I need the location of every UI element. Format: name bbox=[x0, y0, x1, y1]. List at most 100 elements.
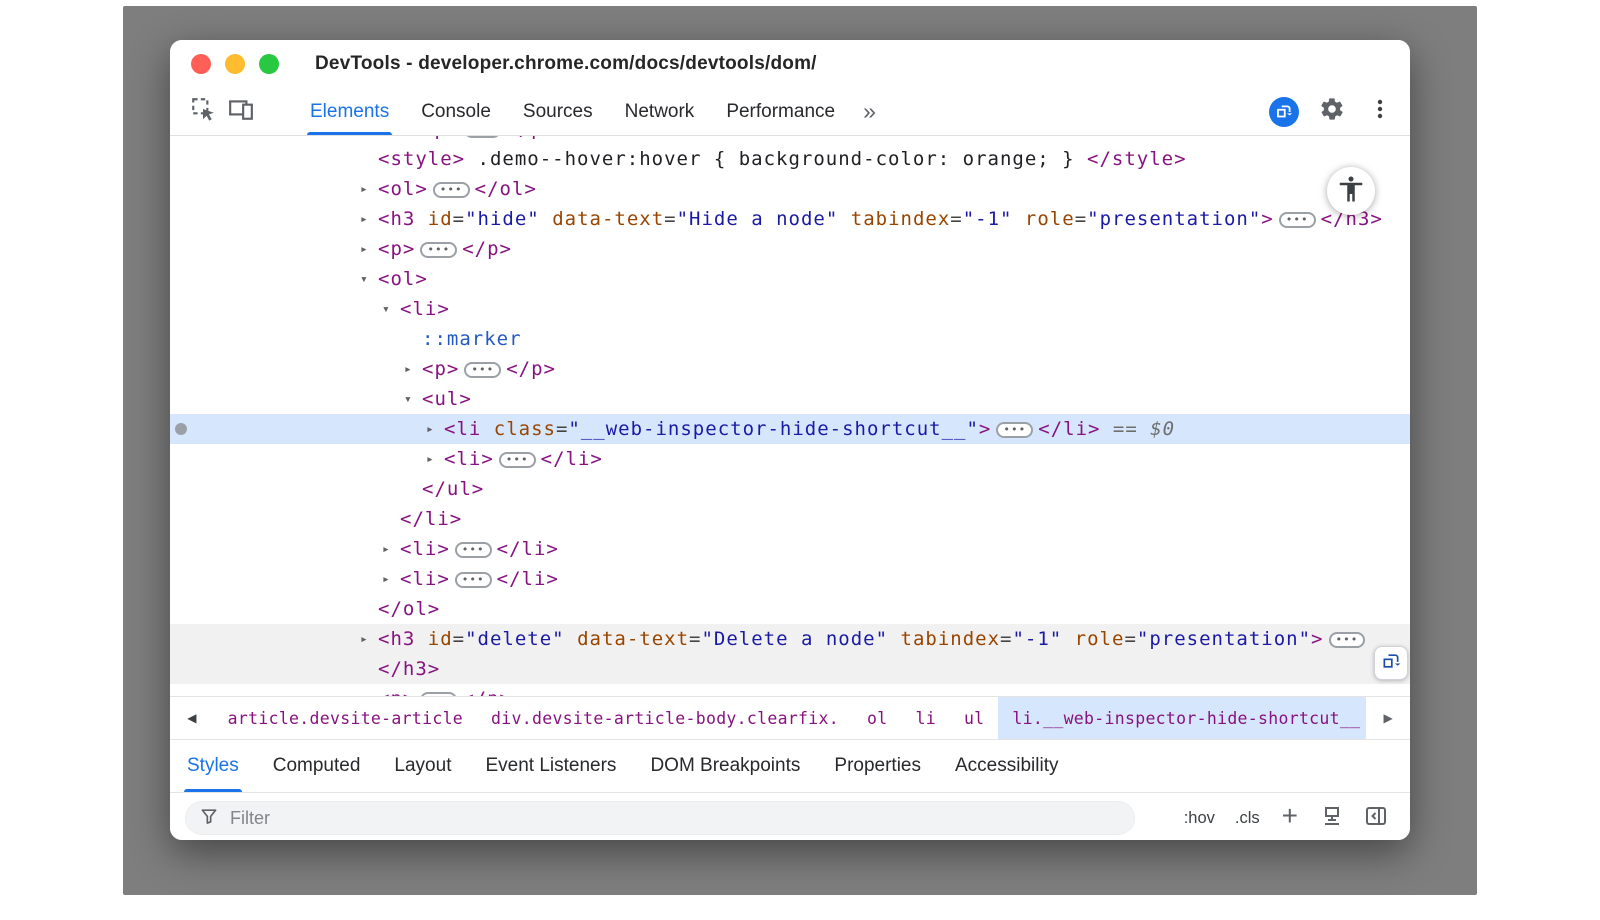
breadcrumb-item[interactable]: li.__web-inspector-hide-shortcut__ bbox=[998, 697, 1365, 739]
token-tag: <p> bbox=[378, 688, 415, 696]
expand-arrow-icon[interactable]: ▸ bbox=[404, 355, 422, 385]
expand-ellipsis-button[interactable]: ••• bbox=[420, 692, 457, 696]
expand-ellipsis-button[interactable]: ••• bbox=[1329, 632, 1366, 648]
token-attr: tabindex bbox=[888, 628, 1000, 650]
tab-network[interactable]: Network bbox=[609, 88, 711, 135]
crumb-prev-button[interactable]: ◀ bbox=[170, 697, 214, 739]
token-val: "delete" bbox=[465, 628, 565, 650]
panel-tab-event-listeners[interactable]: Event Listeners bbox=[468, 740, 633, 792]
panel-tab-layout[interactable]: Layout bbox=[377, 740, 468, 792]
collapse-arrow-icon[interactable]: ▾ bbox=[382, 295, 400, 325]
token-tag: <h3 bbox=[378, 628, 415, 650]
tab-elements[interactable]: Elements bbox=[294, 88, 405, 135]
expand-arrow-icon[interactable]: ▸ bbox=[426, 415, 444, 445]
panel-tab-properties[interactable]: Properties bbox=[817, 740, 938, 792]
dom-tree-row[interactable]: ▸<p>•••</p> bbox=[170, 234, 1410, 264]
token-tag: </li> bbox=[1038, 418, 1100, 440]
accessibility-button[interactable] bbox=[1327, 167, 1375, 215]
crumb-next-button[interactable]: ▶ bbox=[1365, 697, 1410, 739]
token-tag: </li> bbox=[497, 538, 559, 560]
expand-arrow-icon[interactable]: ▸ bbox=[404, 136, 422, 144]
settings-button[interactable] bbox=[1314, 94, 1350, 130]
expand-arrow-icon[interactable]: ▸ bbox=[360, 685, 378, 696]
dom-tree-row[interactable]: </li> bbox=[170, 504, 1410, 534]
dom-tree-row[interactable]: </ol> bbox=[170, 594, 1410, 624]
device-toolbar-button[interactable] bbox=[222, 88, 260, 135]
expand-arrow-icon[interactable]: ▸ bbox=[360, 175, 378, 205]
extension-button[interactable] bbox=[1266, 94, 1302, 130]
expand-arrow-icon[interactable]: ▸ bbox=[360, 235, 378, 265]
expand-ellipsis-button[interactable]: ••• bbox=[455, 542, 492, 558]
token-punct: = bbox=[950, 208, 962, 230]
token-val: "presentation" bbox=[1087, 208, 1261, 230]
expand-ellipsis-button[interactable]: ••• bbox=[464, 136, 501, 138]
expand-ellipsis-button[interactable]: ••• bbox=[464, 362, 501, 378]
minimize-button[interactable] bbox=[225, 54, 245, 74]
menu-button[interactable] bbox=[1362, 94, 1398, 130]
token-tag: <p> bbox=[422, 136, 459, 140]
dom-tree-row[interactable]: ▸<li>•••</li> bbox=[170, 444, 1410, 474]
expand-ellipsis-button[interactable]: ••• bbox=[1279, 212, 1316, 228]
zoom-button[interactable] bbox=[259, 54, 279, 74]
tab-console[interactable]: Console bbox=[405, 88, 507, 135]
dom-tree-row[interactable]: <style> .demo--hover:hover { background-… bbox=[170, 144, 1410, 174]
dom-tree-row[interactable]: ▸<li class="__web-inspector-hide-shortcu… bbox=[170, 414, 1410, 444]
dom-tree-row[interactable]: </ul> bbox=[170, 474, 1410, 504]
close-button[interactable] bbox=[191, 54, 211, 74]
expand-ellipsis-button[interactable]: ••• bbox=[433, 182, 470, 198]
expand-arrow-icon[interactable]: ▸ bbox=[382, 565, 400, 595]
token-tag: <li> bbox=[400, 568, 450, 590]
sidebar-toggle-button[interactable] bbox=[1357, 801, 1395, 835]
dom-tree-row[interactable]: ▸<ol>•••</ol> bbox=[170, 174, 1410, 204]
expand-arrow-icon[interactable]: ▸ bbox=[426, 445, 444, 475]
tab-performance[interactable]: Performance bbox=[710, 88, 851, 135]
dom-tree-row[interactable]: ▾<ol> bbox=[170, 264, 1410, 294]
dom-tree-row[interactable]: </h3> bbox=[170, 654, 1410, 684]
styles-filter[interactable] bbox=[185, 801, 1135, 835]
dom-tree-row[interactable]: ▸<li> ••• </li> bbox=[170, 534, 1410, 564]
filter-funnel-icon bbox=[199, 806, 219, 831]
dom-tree-row[interactable]: ▸<p>•••</p> bbox=[170, 684, 1410, 696]
more-tabs-button[interactable]: » bbox=[851, 88, 886, 135]
expand-ellipsis-button[interactable]: ••• bbox=[499, 452, 536, 468]
panel-tab-accessibility[interactable]: Accessibility bbox=[938, 740, 1075, 792]
tab-sources[interactable]: Sources bbox=[507, 88, 609, 135]
token-tag: <p> bbox=[422, 358, 459, 380]
kebab-icon bbox=[1368, 97, 1392, 126]
styles-filter-input[interactable] bbox=[228, 807, 1121, 830]
dom-tree-row[interactable]: ▸<p>•••</p> bbox=[170, 136, 1410, 144]
panel-tabs: StylesComputedLayoutEvent ListenersDOM B… bbox=[170, 739, 1410, 792]
dom-tree-row[interactable]: ▸<h3 id="delete" data-text="Delete a nod… bbox=[170, 624, 1410, 654]
panel-tab-computed[interactable]: Computed bbox=[256, 740, 378, 792]
toggle-element-state-button[interactable]: :hov bbox=[1177, 809, 1222, 828]
expand-ellipsis-button[interactable]: ••• bbox=[996, 422, 1033, 438]
dom-tree-row[interactable]: ▾<ul> bbox=[170, 384, 1410, 414]
panel-tab-styles[interactable]: Styles bbox=[170, 740, 256, 792]
collapse-arrow-icon[interactable]: ▾ bbox=[360, 265, 378, 295]
new-style-rule-button[interactable]: + bbox=[1273, 800, 1307, 832]
breadcrumb-item[interactable]: li bbox=[901, 697, 949, 739]
dom-tree-row[interactable]: ::marker bbox=[170, 324, 1410, 354]
expand-ellipsis-button[interactable]: ••• bbox=[420, 242, 457, 258]
dom-tree-row[interactable]: ▸<p>•••</p> bbox=[170, 354, 1410, 384]
expand-arrow-icon[interactable]: ▸ bbox=[382, 535, 400, 565]
expand-arrow-icon[interactable]: ▸ bbox=[360, 625, 378, 655]
expand-ellipsis-button[interactable]: ••• bbox=[455, 572, 492, 588]
stamp-button[interactable] bbox=[1313, 801, 1351, 835]
breadcrumb-item[interactable]: div.devsite-article-body.clearfix. bbox=[477, 697, 853, 739]
token-tag: <li> bbox=[400, 538, 450, 560]
panel-tab-dom-breakpoints[interactable]: DOM Breakpoints bbox=[633, 740, 817, 792]
element-classes-button[interactable]: .cls bbox=[1228, 809, 1267, 828]
dom-tree-row[interactable]: ▾<li> bbox=[170, 294, 1410, 324]
breadcrumb-item[interactable]: article.devsite-article bbox=[214, 697, 477, 739]
dom-tree-row[interactable]: ▸<h3 id="hide" data-text="Hide a node" t… bbox=[170, 204, 1410, 234]
collapse-arrow-icon[interactable]: ▾ bbox=[404, 385, 422, 415]
breadcrumb-item[interactable]: ol bbox=[853, 697, 901, 739]
chevron-right-icon: ▶ bbox=[1384, 711, 1393, 725]
scroll-into-view-button[interactable] bbox=[1374, 646, 1408, 680]
breadcrumb-item[interactable]: ul bbox=[950, 697, 998, 739]
inspect-elements-button[interactable] bbox=[184, 88, 222, 135]
expand-arrow-icon[interactable]: ▸ bbox=[360, 205, 378, 235]
token-attr: role bbox=[1062, 628, 1124, 650]
dom-tree-row[interactable]: ▸<li>•••</li> bbox=[170, 564, 1410, 594]
